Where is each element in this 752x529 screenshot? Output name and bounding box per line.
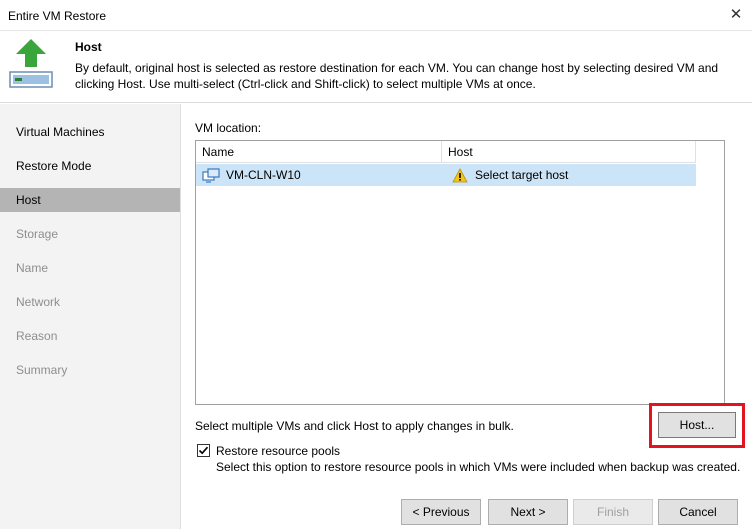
vm-icon xyxy=(202,168,220,183)
restore-resource-pools-label[interactable]: Restore resource pools xyxy=(216,444,340,458)
vm-location-label: VM location: xyxy=(195,121,262,135)
step-summary: Summary xyxy=(16,363,68,377)
wizard-footer: < Previous Next > Finish Cancel xyxy=(181,471,752,529)
column-header-name[interactable]: Name xyxy=(196,141,442,163)
vm-host: Select target host xyxy=(475,168,569,182)
step-virtual-machines[interactable]: Virtual Machines xyxy=(0,120,180,144)
vm-name: VM-CLN-W10 xyxy=(226,168,301,182)
step-restore-mode[interactable]: Restore Mode xyxy=(0,154,180,178)
step-storage: Storage xyxy=(16,227,59,241)
wizard-steps: Virtual Machines Restore Mode Host Stora… xyxy=(0,104,181,529)
table-header: Name Host xyxy=(196,141,696,163)
previous-button[interactable]: < Previous xyxy=(401,499,481,525)
page-description: By default, original host is selected as… xyxy=(75,61,719,91)
vm-location-table[interactable]: Name Host VM-CLN-W10 Select target host xyxy=(195,140,725,405)
cancel-button[interactable]: Cancel xyxy=(658,499,738,525)
host-button[interactable]: Host... xyxy=(658,412,736,438)
restore-arrow-icon xyxy=(9,39,53,88)
main-content: VM location: Name Host VM-CLN-W10 Select… xyxy=(181,104,752,474)
column-header-host[interactable]: Host xyxy=(442,141,696,163)
bulk-hint: Select multiple VMs and click Host to ap… xyxy=(195,419,514,433)
page-title: Host xyxy=(75,40,102,54)
step-network: Network xyxy=(16,295,61,309)
wizard-header: Host By default, original host is select… xyxy=(0,31,752,103)
checkmark-icon xyxy=(198,446,209,455)
title-bar: Entire VM Restore ✕ xyxy=(0,0,752,31)
finish-button: Finish xyxy=(573,499,653,525)
table-row[interactable]: VM-CLN-W10 Select target host xyxy=(196,164,696,186)
step-host[interactable]: Host xyxy=(0,188,180,212)
step-name: Name xyxy=(16,261,49,275)
restore-resource-pools-checkbox[interactable] xyxy=(197,444,210,457)
close-icon[interactable]: ✕ xyxy=(726,5,746,25)
step-reason: Reason xyxy=(16,329,58,343)
warning-icon xyxy=(452,168,468,183)
next-button[interactable]: Next > xyxy=(488,499,568,525)
window-title: Entire VM Restore xyxy=(8,9,107,23)
